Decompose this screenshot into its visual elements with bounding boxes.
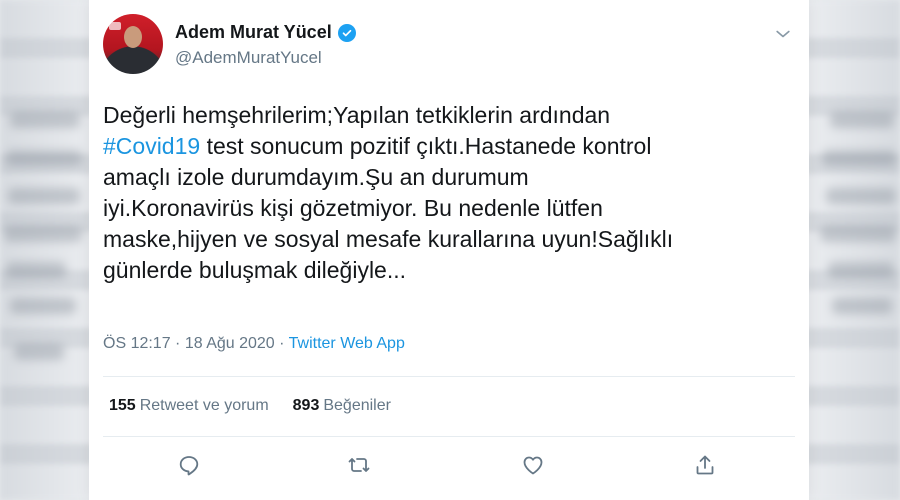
hashtag-link[interactable]: #Covid19 bbox=[103, 133, 200, 159]
avatar-figure bbox=[124, 26, 142, 48]
reply-button[interactable] bbox=[177, 453, 205, 481]
tweet-header: Adem Murat Yücel @AdemMuratYucel bbox=[103, 14, 795, 78]
tweet-date[interactable]: 18 Ağu 2020 bbox=[185, 335, 275, 352]
author-handle[interactable]: @AdemMuratYucel bbox=[175, 48, 322, 68]
retweets-label: Retweet ve yorum bbox=[139, 397, 269, 414]
tweet-text-part1: Değerli hemşehrilerim;Yapılan tetkikleri… bbox=[103, 102, 611, 128]
reply-icon bbox=[179, 456, 199, 476]
like-button[interactable] bbox=[521, 453, 549, 481]
tweet-meta: ÖS 12:17 · 18 Ağu 2020 · Twitter Web App bbox=[103, 335, 405, 353]
share-icon bbox=[696, 455, 714, 475]
name-row: Adem Murat Yücel bbox=[175, 22, 356, 43]
tweet-actions bbox=[89, 453, 809, 483]
meta-separator: · bbox=[170, 335, 185, 352]
likes-stat[interactable]: 893 Beğeniler bbox=[293, 397, 391, 415]
likes-label: Beğeniler bbox=[323, 397, 391, 414]
tweet-source-link[interactable]: Twitter Web App bbox=[289, 335, 405, 352]
chevron-down-icon[interactable] bbox=[773, 24, 793, 44]
divider bbox=[103, 436, 795, 437]
verified-badge-icon bbox=[337, 23, 356, 42]
divider bbox=[103, 376, 795, 377]
tweet-text: Değerli hemşehrilerim;Yapılan tetkikleri… bbox=[103, 100, 793, 286]
retweets-stat[interactable]: 155 Retweet ve yorum bbox=[109, 397, 269, 415]
retweet-icon bbox=[348, 458, 370, 472]
retweet-button[interactable] bbox=[347, 453, 375, 481]
tweet-stats: 155 Retweet ve yorum 893 Beğeniler bbox=[109, 397, 391, 415]
likes-count: 893 bbox=[292, 397, 320, 414]
tweet-card: Adem Murat Yücel @AdemMuratYucel Değerli… bbox=[89, 0, 809, 500]
author-display-name[interactable]: Adem Murat Yücel bbox=[175, 22, 332, 43]
profile-avatar[interactable] bbox=[103, 14, 163, 74]
tweet-time[interactable]: ÖS 12:17 bbox=[103, 335, 171, 352]
heart-icon bbox=[523, 456, 543, 475]
flag-icon bbox=[109, 22, 121, 30]
meta-separator: · bbox=[274, 335, 289, 352]
share-button[interactable] bbox=[693, 453, 721, 481]
retweets-count: 155 bbox=[109, 397, 136, 414]
